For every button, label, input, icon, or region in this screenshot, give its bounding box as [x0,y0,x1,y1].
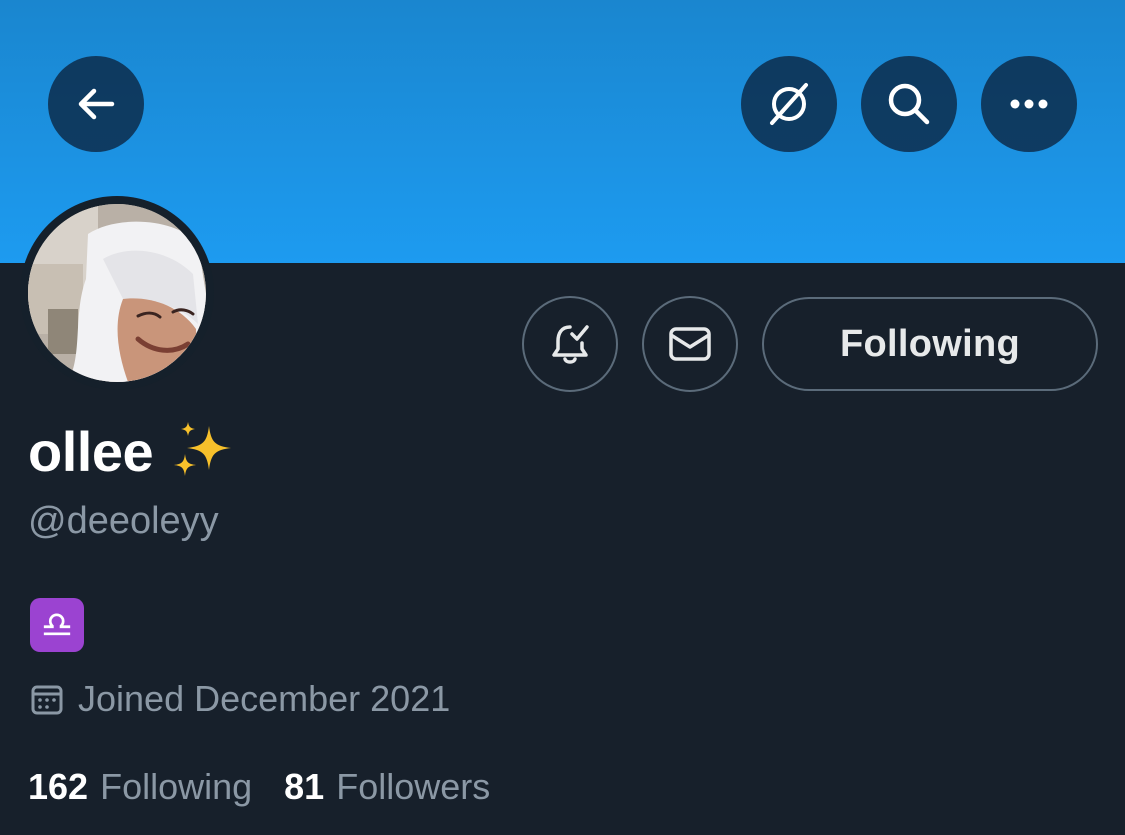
search-button[interactable] [861,56,957,152]
search-icon [888,83,930,125]
display-name: ollee [28,418,237,484]
envelope-icon [669,327,711,361]
following-label: Following [100,766,253,807]
following-button[interactable]: Following [762,297,1098,391]
joined-date-text: Joined December 2021 [78,678,451,719]
following-button-label: Following [840,322,1020,365]
following-count-link[interactable]: 162 Following [28,766,252,808]
display-name-text: ollee [28,419,154,483]
notifications-button[interactable] [522,296,618,392]
message-button[interactable] [642,296,738,392]
avatar-image [28,204,206,382]
follow-stats: 162 Following 81 Followers [28,766,522,808]
following-count: 162 [28,766,89,807]
sparkles-icon [174,422,232,476]
avatar[interactable] [20,196,214,390]
joined-date: Joined December 2021 [30,678,450,720]
compass-icon [770,83,808,125]
back-button[interactable] [48,56,144,152]
handle: @deeoleyy [28,500,219,542]
calendar-icon [31,685,63,715]
followers-count-link[interactable]: 81 Followers [284,766,490,808]
followers-count: 81 [284,766,325,807]
bio-libra-emoji: ♎ [30,598,84,652]
followers-label: Followers [336,766,491,807]
bell-check-icon [552,325,589,364]
explore-button[interactable] [741,56,837,152]
more-options-button[interactable] [981,56,1077,152]
back-arrow-icon [78,88,115,120]
more-icon [1010,99,1048,109]
